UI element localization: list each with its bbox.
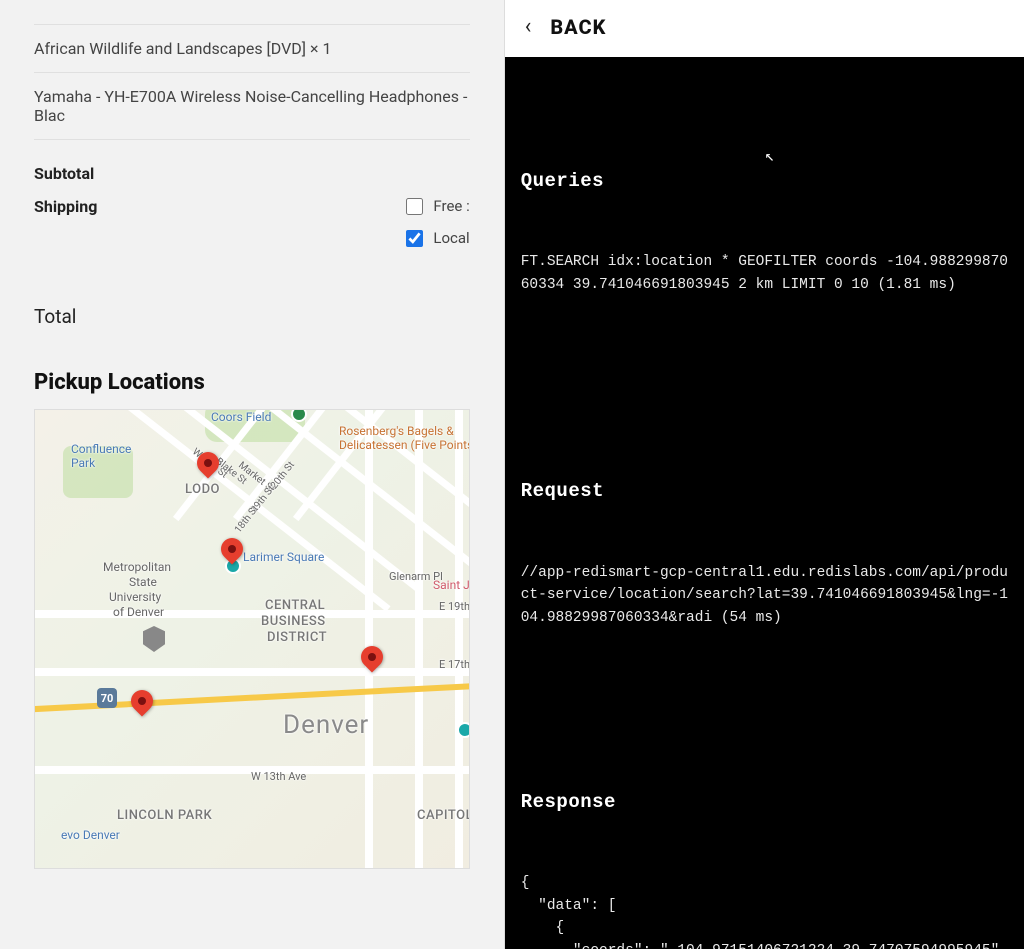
road (455, 410, 463, 868)
road (35, 668, 469, 676)
shipping-option-local[interactable]: Local (406, 229, 469, 247)
local-pickup-checkbox[interactable] (406, 230, 423, 247)
back-bar: ‹ BACK (505, 0, 1024, 57)
request-text: //app-redismart-gcp-central1.edu.redisla… (521, 562, 1008, 629)
poi-confluence-park: Confluence Park (71, 442, 131, 470)
street-label: E 17th Ave (439, 658, 470, 671)
request-heading: Request (521, 477, 1008, 506)
response-heading: Response (521, 788, 1008, 817)
queries-heading: Queries (521, 167, 1008, 196)
checkout-panel: African Wildlife and Landscapes [DVD] × … (0, 0, 504, 949)
free-shipping-checkbox[interactable] (406, 198, 423, 215)
poi-msu: University (109, 590, 161, 604)
poi-evo: evo Denver (61, 828, 120, 842)
poi-rosenbergs: Rosenberg's Bagels & Delicatessen (Five … (339, 424, 470, 452)
poi-msu: of Denver (113, 605, 164, 619)
street-label: Glenarm Pl (389, 570, 443, 583)
poi-larimer-square: Larimer Square (243, 550, 324, 564)
mouse-cursor-icon: ↖ (765, 145, 775, 170)
subtotal-row: Subtotal (34, 140, 470, 193)
museum-pin-icon (457, 722, 470, 738)
shipping-options: Free : Local (406, 197, 469, 247)
cart-item: Yamaha - YH-E700A Wireless Noise-Cancell… (34, 73, 470, 140)
total-label: Total (34, 305, 76, 328)
road (415, 410, 423, 868)
poi-coors-field: Coors Field (211, 410, 271, 424)
shipping-option-free[interactable]: Free : (406, 197, 469, 215)
response-text: { "data": [ { "coords": "-104.9715140672… (521, 872, 1008, 949)
queries-text: FT.SEARCH idx:location * GEOFILTER coord… (521, 251, 1008, 296)
back-chevron-icon[interactable]: ‹ (525, 14, 533, 39)
cart-item: African Wildlife and Landscapes [DVD] × … (34, 24, 470, 73)
area-label-cbd: DISTRICT (267, 630, 327, 645)
university-shield-icon (143, 626, 165, 652)
shipping-row: Shipping Free : Local (34, 193, 470, 257)
street-label: W 13th Ave (251, 770, 306, 783)
area-label-lodo: LODO (185, 482, 220, 497)
poi-msu: Metropolitan (103, 560, 171, 574)
area-label-lincoln: LINCOLN PARK (117, 808, 212, 823)
area-label-capitol: CAPITOL HILL (417, 808, 470, 823)
debug-terminal[interactable]: Queries FT.SEARCH idx:location * GEOFILT… (505, 57, 1024, 949)
location-pin-icon[interactable] (126, 685, 157, 716)
street-label: E 19th Ave (439, 600, 470, 613)
free-shipping-label: Free : (433, 197, 469, 215)
debug-panel: ‹ BACK Queries FT.SEARCH idx:location * … (504, 0, 1024, 949)
shipping-label: Shipping (34, 197, 97, 216)
total-row: Total (34, 257, 470, 350)
area-label-cbd: BUSINESS (261, 614, 326, 629)
hwy-shield-icon: 70 (97, 688, 117, 708)
city-label: Denver (283, 710, 369, 740)
pickup-locations-heading: Pickup Locations (34, 370, 470, 395)
road (35, 610, 469, 618)
poi-msu: State (129, 575, 157, 589)
area-label-cbd: CENTRAL (265, 598, 325, 613)
back-label[interactable]: BACK (550, 15, 606, 39)
pickup-map[interactable]: 70 Denver LODO CENTRAL BUSINESS DISTRICT… (34, 409, 470, 869)
subtotal-label: Subtotal (34, 164, 94, 183)
local-pickup-label: Local (433, 229, 469, 247)
